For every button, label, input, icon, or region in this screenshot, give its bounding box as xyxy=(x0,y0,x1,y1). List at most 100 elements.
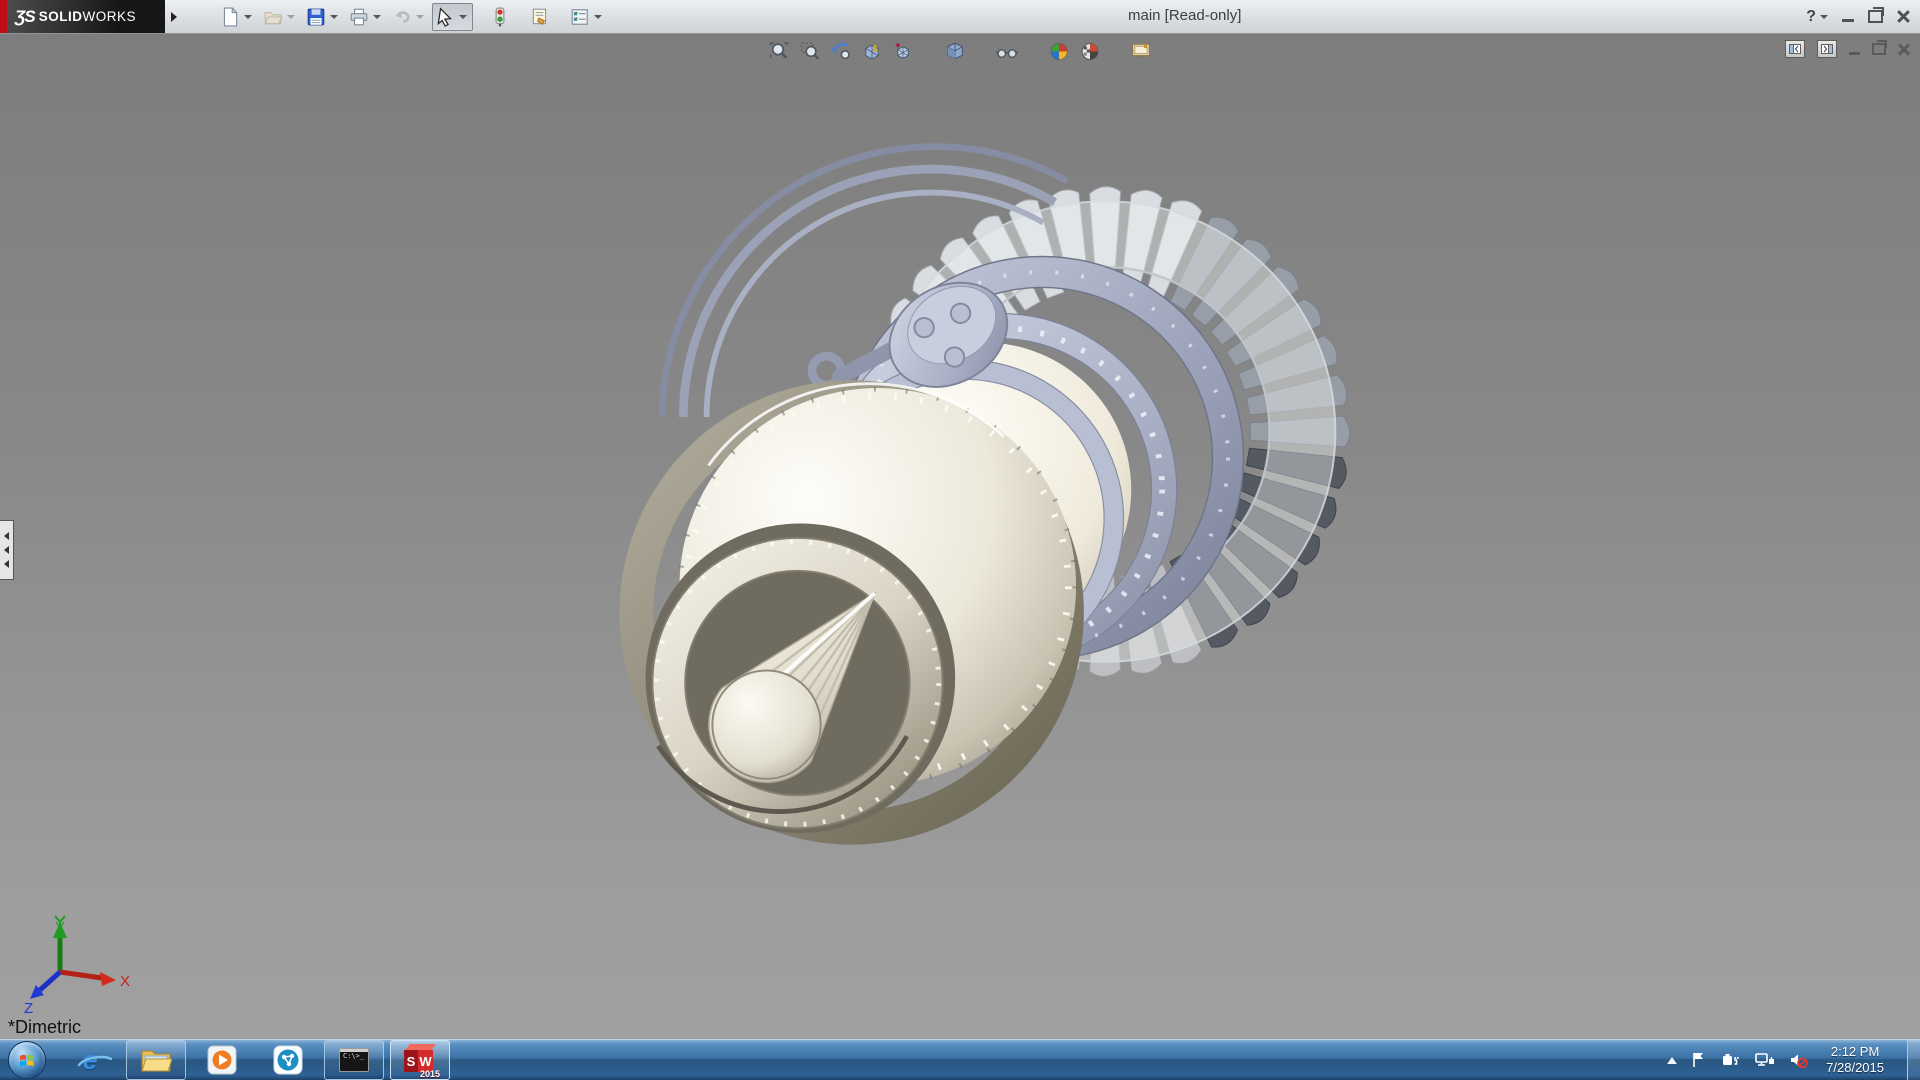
zoom-to-fit-icon xyxy=(768,41,789,62)
volume-muted-icon[interactable] xyxy=(1789,1051,1809,1069)
taskbar-clock[interactable]: 2:12 PM 7/28/2015 xyxy=(1826,1044,1884,1076)
document-close-button[interactable] xyxy=(1898,43,1910,55)
display-style-button[interactable] xyxy=(943,39,967,63)
collapse-arrow-icon xyxy=(4,546,9,554)
document-restore-button[interactable] xyxy=(1872,43,1886,55)
media-player-icon xyxy=(207,1045,237,1075)
collapse-arrow-icon xyxy=(4,532,9,540)
section-view-button[interactable] xyxy=(860,39,884,63)
save-dropdown-caret[interactable] xyxy=(330,15,338,19)
help-dropdown-caret[interactable] xyxy=(1820,15,1828,19)
apply-scene-button[interactable] xyxy=(1078,39,1102,63)
print-icon xyxy=(349,7,369,27)
file-properties-icon xyxy=(530,7,550,27)
sw-letter-s: S xyxy=(404,1050,418,1072)
show-desktop-button[interactable] xyxy=(1907,1040,1920,1080)
help-icon: ? xyxy=(1806,8,1816,26)
close-button[interactable] xyxy=(1897,10,1910,23)
featuremanager-flyout-tab[interactable] xyxy=(0,520,14,580)
document-window-controls xyxy=(1785,40,1910,58)
action-center-flag-icon[interactable] xyxy=(1690,1051,1708,1069)
window-title: main [Read-only] xyxy=(1128,7,1241,24)
ie-orbit-icon xyxy=(77,1053,113,1069)
rebuild-button[interactable] xyxy=(487,3,513,31)
view-orientation-button[interactable] xyxy=(891,39,915,63)
hide-show-items-button[interactable] xyxy=(995,39,1019,63)
triad-y-label: Y xyxy=(55,919,65,936)
help-button[interactable]: ? xyxy=(1806,8,1828,26)
clock-date: 7/28/2015 xyxy=(1826,1060,1884,1076)
minimize-button[interactable] xyxy=(1842,19,1854,22)
section-view-icon xyxy=(861,41,882,62)
dassault-logo-mark: ƷS xyxy=(15,7,35,27)
taskbar-command-prompt[interactable]: C:\>_ xyxy=(324,1040,384,1080)
taskbar-internet-explorer[interactable]: e xyxy=(60,1040,120,1080)
zoom-to-fit-button[interactable] xyxy=(767,39,791,63)
undo-dropdown-caret[interactable] xyxy=(416,15,424,19)
previous-view-button[interactable] xyxy=(829,39,853,63)
solidworks-window: ƷS SOLIDWORKS xyxy=(0,0,1920,1080)
headsup-view-toolbar xyxy=(761,38,1160,64)
previous-view-icon xyxy=(830,41,851,62)
windows-taskbar: e xyxy=(0,1039,1920,1080)
view-orientation-label: *Dimetric xyxy=(8,1017,81,1038)
view-settings-icon xyxy=(1131,41,1153,62)
network-icon[interactable] xyxy=(1754,1051,1776,1069)
command-prompt-icon: C:\>_ xyxy=(339,1048,369,1072)
power-icon[interactable] xyxy=(1721,1051,1741,1069)
menu-expand-arrow-icon[interactable] xyxy=(171,12,177,22)
rebuild-traffic-light-icon xyxy=(490,7,510,27)
triad-z-label: Z xyxy=(24,1000,33,1014)
solidworks-logo[interactable]: ƷS SOLIDWORKS xyxy=(7,0,165,33)
scene-sphere-icon xyxy=(1079,41,1100,62)
graphics-area[interactable]: X Y Z *Dimetric xyxy=(0,34,1920,1040)
new-document-icon xyxy=(220,7,240,27)
window-controls: ? xyxy=(1806,0,1910,33)
select-dropdown-caret[interactable] xyxy=(459,15,467,19)
document-minimize-button[interactable] xyxy=(1849,52,1860,55)
pane-left-icon xyxy=(1789,44,1801,54)
taskbar-media-player[interactable] xyxy=(192,1040,252,1080)
new-button[interactable] xyxy=(217,3,258,31)
brand-name: SOLIDWORKS xyxy=(39,9,136,24)
open-dropdown-caret[interactable] xyxy=(287,15,295,19)
clock-time: 2:12 PM xyxy=(1826,1044,1884,1060)
start-button[interactable] xyxy=(8,1041,46,1079)
options-button[interactable] xyxy=(567,3,608,31)
file-properties-button[interactable] xyxy=(527,3,553,31)
edit-appearance-button[interactable] xyxy=(1047,39,1071,63)
title-bar: ƷS SOLIDWORKS xyxy=(0,0,1920,34)
standard-toolbar xyxy=(217,3,608,31)
options-dropdown-caret[interactable] xyxy=(594,15,602,19)
taskbar-windows-explorer[interactable] xyxy=(126,1040,186,1080)
print-button[interactable] xyxy=(346,3,387,31)
show-display-pane-button[interactable] xyxy=(1817,40,1837,58)
zoom-to-area-icon xyxy=(799,41,820,62)
jet-engine-model[interactable] xyxy=(0,34,1920,1040)
view-settings-button[interactable] xyxy=(1130,39,1154,63)
windows-flag-icon xyxy=(17,1050,37,1070)
undo-button[interactable] xyxy=(389,3,430,31)
view-orientation-icon xyxy=(892,41,913,62)
save-button[interactable] xyxy=(303,3,344,31)
show-hidden-icons-button[interactable] xyxy=(1667,1057,1677,1064)
display-style-icon xyxy=(944,41,965,62)
zoom-to-area-button[interactable] xyxy=(798,39,822,63)
open-folder-icon xyxy=(263,7,283,27)
collapse-arrow-icon xyxy=(4,560,9,568)
new-dropdown-caret[interactable] xyxy=(244,15,252,19)
open-button[interactable] xyxy=(260,3,301,31)
taskbar-solidworks[interactable]: S W 2015 xyxy=(390,1040,450,1080)
options-list-icon xyxy=(570,7,590,27)
taskbar-share-nodes-app[interactable] xyxy=(258,1040,318,1080)
show-feature-pane-button[interactable] xyxy=(1785,40,1805,58)
taskbar-apps: e xyxy=(60,1040,450,1080)
print-dropdown-caret[interactable] xyxy=(373,15,381,19)
engine-front-cowl[interactable] xyxy=(620,380,1084,844)
reference-triad: X Y Z xyxy=(22,914,142,1014)
restore-button[interactable] xyxy=(1868,10,1883,23)
select-button[interactable] xyxy=(432,3,473,31)
triad-x-label: X xyxy=(120,973,130,990)
save-floppy-icon xyxy=(306,7,326,27)
undo-icon xyxy=(392,7,412,27)
